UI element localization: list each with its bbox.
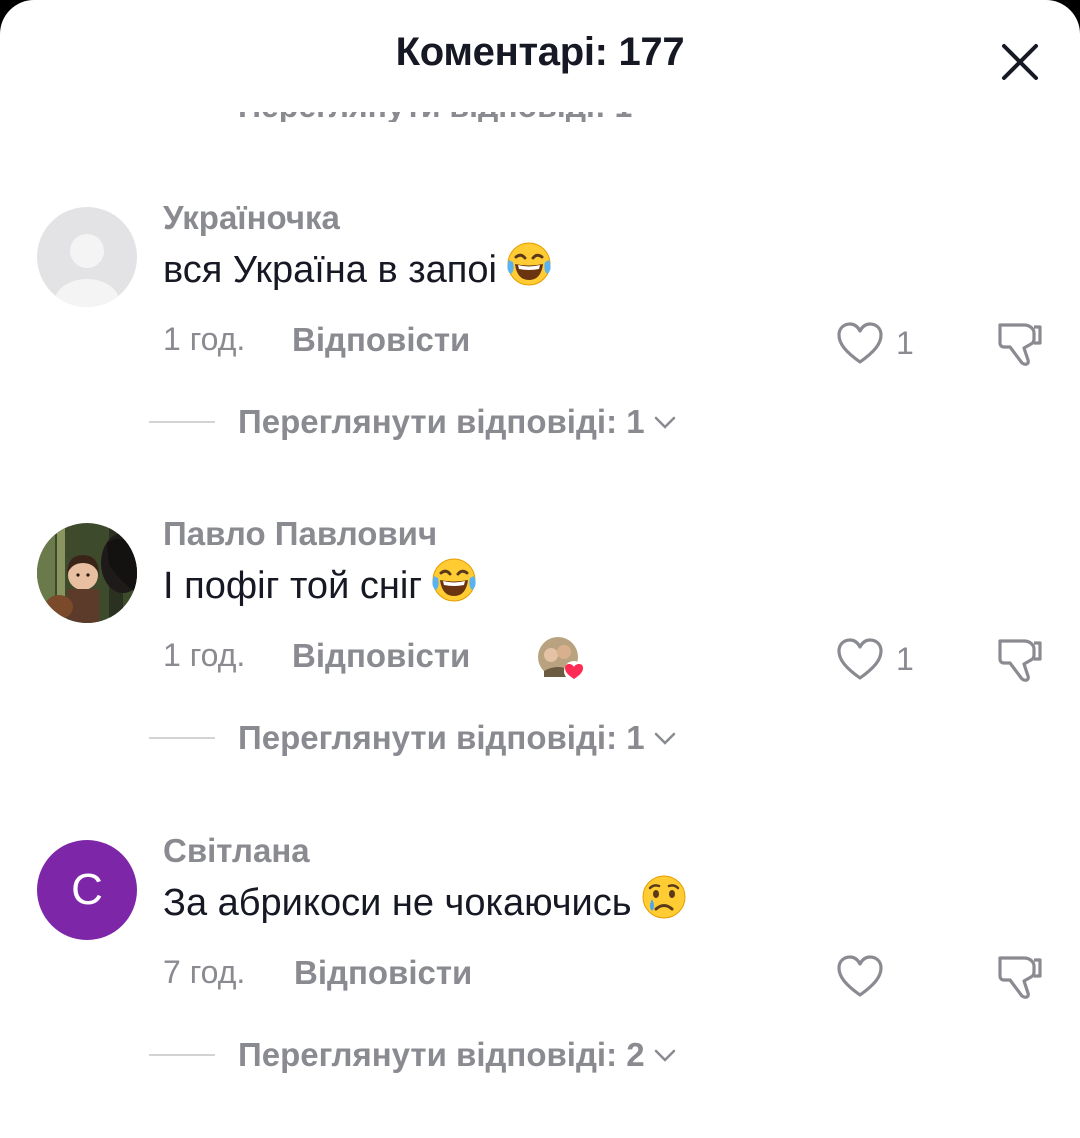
comment-item: Україночка вся Україна в запоі 1 год. Ві… [0, 199, 1080, 527]
like-button[interactable] [836, 952, 896, 1000]
like-count: 1 [896, 324, 914, 361]
comment-time: 1 год. [163, 321, 246, 357]
close-icon[interactable] [996, 38, 1044, 86]
comment-text: вся Україна в запоі [163, 240, 553, 301]
view-replies-label: Переглянути відповіді: 2 [238, 1036, 645, 1073]
photo-avatar[interactable] [37, 523, 137, 623]
divider-line [149, 1054, 215, 1056]
comments-title: Коментарі: 177 [395, 30, 685, 74]
dislike-icon[interactable] [994, 633, 1046, 685]
like-count: 1 [896, 640, 914, 677]
default-avatar[interactable] [37, 207, 137, 307]
view-replies-button[interactable]: Переглянути відповіді: 2 [149, 1036, 677, 1074]
comments-sheet: Коментарі: 177 Переглянути відповіді: 1 … [0, 0, 1080, 1138]
comment-time: 1 год. [163, 637, 246, 673]
heart-icon [837, 322, 883, 364]
cut-off-view-replies: Переглянути відповіді: 1 [238, 112, 632, 122]
comment-text: І пофіг той сніг [163, 556, 478, 617]
chevron-down-icon [654, 416, 675, 429]
divider-line [149, 421, 215, 423]
reply-button[interactable]: Відповісти [292, 637, 470, 675]
comment-item: С Світлана За абрикоси не чокаючись 7 го… [0, 832, 1080, 1138]
view-replies-label: Переглянути відповіді: 1 [238, 719, 645, 756]
letter-avatar[interactable]: С [37, 840, 137, 940]
view-replies-button[interactable]: Переглянути відповіді: 1 [149, 403, 677, 441]
chevron-down-icon [654, 1049, 675, 1062]
comment-text: За абрикоси не чокаючись [163, 873, 688, 934]
crying-emoji [640, 873, 688, 931]
chevron-down-icon [654, 732, 675, 745]
reply-button[interactable]: Відповісти [294, 954, 472, 992]
comment-item: Павло Павлович І пофіг той сніг 1 год. В… [0, 515, 1080, 843]
laughing-tears-emoji [430, 556, 478, 614]
like-button[interactable]: 1 [836, 319, 914, 367]
heart-icon [837, 638, 883, 680]
view-replies-button[interactable]: Переглянути відповіді: 1 [149, 719, 677, 757]
avatar-letter: С [71, 865, 103, 914]
dislike-icon[interactable] [994, 317, 1046, 369]
dislike-icon[interactable] [994, 950, 1046, 1002]
laughing-tears-emoji [505, 240, 553, 298]
view-replies-label: Переглянути відповіді: 1 [238, 403, 645, 440]
creator-liked-badge [536, 635, 586, 683]
comment-username[interactable]: Павло Павлович [163, 515, 437, 553]
comment-time: 7 год. [163, 954, 246, 990]
comment-username[interactable]: Україночка [163, 199, 340, 237]
divider-line [149, 737, 215, 739]
like-button[interactable]: 1 [836, 635, 914, 683]
heart-icon [837, 955, 883, 997]
reply-button[interactable]: Відповісти [292, 321, 470, 359]
comment-username[interactable]: Світлана [163, 832, 310, 870]
